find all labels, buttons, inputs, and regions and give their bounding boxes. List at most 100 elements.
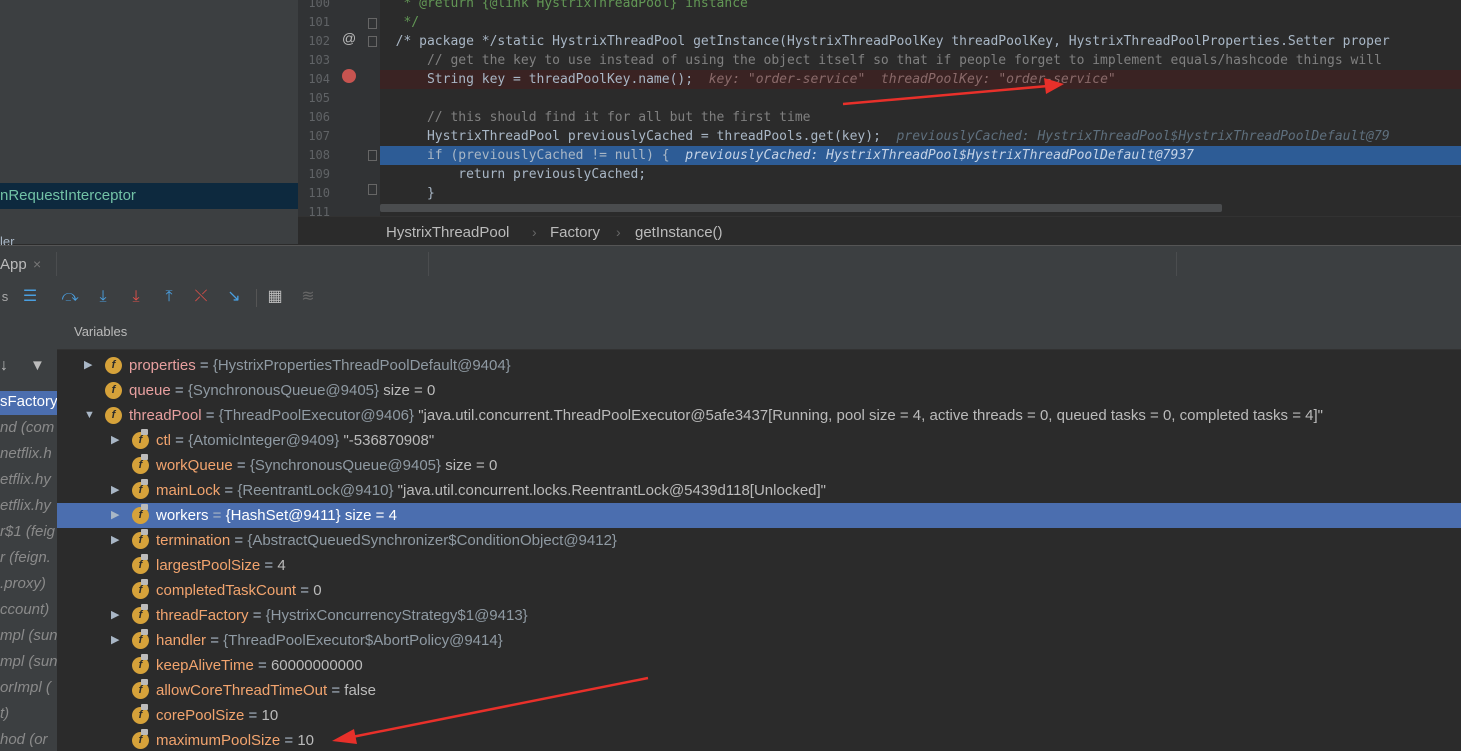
- expand-arrow-icon[interactable]: ▶: [111, 628, 123, 653]
- stack-frame[interactable]: ccount): [0, 601, 49, 618]
- variables-tree[interactable]: ▶ f properties = {HystrixPropertiesThreadP…: [57, 350, 1461, 751]
- debug-tab-app[interactable]: App: [0, 256, 27, 273]
- breadcrumb-inner-class[interactable]: Factory: [550, 224, 600, 241]
- project-tree-selected-item[interactable]: nRequestInterceptor: [0, 183, 298, 209]
- variable-row[interactable]: f keepAliveTime = 60000000000: [57, 653, 1461, 678]
- collapse-arrow-icon[interactable]: ▼: [84, 403, 96, 428]
- variable-row[interactable]: ▶ f ctl = {AtomicInteger@9409} "-536870908…: [57, 428, 1461, 453]
- variable-name: queue: [129, 382, 171, 399]
- line-number[interactable]: 103: [298, 53, 330, 67]
- breadcrumb-method[interactable]: getInstance(): [635, 224, 723, 241]
- override-at-icon[interactable]: @: [342, 30, 356, 46]
- variable-row[interactable]: f maximumPoolSize = 10: [57, 728, 1461, 751]
- expand-arrow-icon[interactable]: ▶: [111, 503, 123, 528]
- run-to-cursor-icon[interactable]: ↘: [223, 286, 245, 308]
- code-line[interactable]: */: [380, 13, 1461, 32]
- force-step-into-icon[interactable]: ⤓: [125, 286, 147, 308]
- code-line[interactable]: [380, 89, 1461, 108]
- variable-name: ctl: [156, 432, 171, 449]
- line-number[interactable]: 105: [298, 91, 330, 105]
- code-line[interactable]: if (previouslyCached != null) { previous…: [380, 146, 1461, 165]
- stack-frame[interactable]: netflix.h: [0, 445, 52, 462]
- variable-row[interactable]: ▶ f properties = {HystrixPropertiesThreadP…: [57, 353, 1461, 378]
- expand-arrow-icon[interactable]: ▶: [111, 478, 123, 503]
- variable-type: {SynchronousQueue@9405}: [249, 457, 446, 474]
- sort-down-icon[interactable]: ↓: [0, 357, 8, 375]
- variable-row[interactable]: ▶ f mainLock = {ReentrantLock@9410} "java.…: [57, 478, 1461, 503]
- expand-arrow-icon[interactable]: ▶: [111, 603, 123, 628]
- lock-icon: [141, 529, 148, 535]
- line-number[interactable]: 100: [298, 0, 330, 10]
- variable-text: allowCoreThreadTimeOut = false: [156, 678, 376, 703]
- code-line[interactable]: // this should find it for all but the f…: [380, 108, 1461, 127]
- line-number[interactable]: 106: [298, 110, 330, 124]
- expand-arrow-icon[interactable]: ▶: [111, 428, 123, 453]
- line-number[interactable]: 108: [298, 148, 330, 162]
- variable-row[interactable]: f completedTaskCount = 0: [57, 578, 1461, 603]
- variable-row[interactable]: ▶ f workers = {HashSet@9411} size = 4: [57, 503, 1461, 528]
- line-number[interactable]: 101: [298, 15, 330, 29]
- stack-frame[interactable]: .proxy): [0, 575, 46, 592]
- stack-frame[interactable]: etflix.hy: [0, 471, 51, 488]
- equals-sign: =: [230, 532, 248, 549]
- drop-frame-icon[interactable]: ⤬: [190, 286, 212, 308]
- line-number[interactable]: 110: [298, 186, 330, 200]
- step-over-icon[interactable]: ⤼: [59, 286, 81, 308]
- fold-icon[interactable]: [368, 150, 377, 161]
- stack-frame[interactable]: etflix.hy: [0, 497, 51, 514]
- stack-frame[interactable]: hod (or: [0, 731, 48, 748]
- breadcrumb-class[interactable]: HystrixThreadPool: [386, 224, 509, 241]
- step-into-icon[interactable]: ⤓: [92, 286, 114, 308]
- stack-frame[interactable]: orImpl (: [0, 679, 51, 696]
- editor-horizontal-scrollbar[interactable]: [380, 204, 1222, 212]
- code-line[interactable]: * @return {@link HystrixThreadPool} inst…: [380, 0, 1461, 13]
- variable-row[interactable]: ▶ f handler = {ThreadPoolExecutor$AbortPol…: [57, 628, 1461, 653]
- code-line[interactable]: /* package */static HystrixThreadPool ge…: [380, 32, 1461, 51]
- fold-icon[interactable]: [368, 184, 377, 195]
- variable-row[interactable]: f allowCoreThreadTimeOut = false: [57, 678, 1461, 703]
- line-number[interactable]: 111: [298, 205, 330, 216]
- variable-row[interactable]: ▼ f threadPool = {ThreadPoolExecutor@9406}…: [57, 403, 1461, 428]
- line-number[interactable]: 107: [298, 129, 330, 143]
- fold-icon[interactable]: [368, 18, 377, 29]
- step-out-icon[interactable]: ⤒: [158, 286, 180, 308]
- menu-lines-icon[interactable]: ☰: [19, 286, 41, 308]
- expand-arrow-icon[interactable]: ▶: [84, 353, 96, 378]
- code-line[interactable]: }: [380, 184, 1461, 203]
- variable-row[interactable]: f queue = {SynchronousQueue@9405} size = …: [57, 378, 1461, 403]
- stack-frame[interactable]: nd (com: [0, 419, 54, 436]
- variable-row[interactable]: f largestPoolSize = 4: [57, 553, 1461, 578]
- trace-icon[interactable]: ≋: [297, 286, 319, 308]
- expand-arrow-icon[interactable]: ▶: [111, 528, 123, 553]
- breakpoint-icon[interactable]: [342, 69, 356, 83]
- stack-frame[interactable]: mpl (sun.: [0, 653, 57, 670]
- evaluate-expression-icon[interactable]: ▦: [264, 286, 286, 308]
- variable-type: {AtomicInteger@9409}: [188, 432, 344, 449]
- editor-gutter[interactable]: 100 101 102 103 104 105 106 107 108 109 110 111 @: [298, 0, 380, 216]
- stack-frame[interactable]: mpl (sun: [0, 627, 57, 644]
- code-line[interactable]: return previouslyCached;: [380, 165, 1461, 184]
- stack-frame[interactable]: r (feign.: [0, 549, 51, 566]
- code-line[interactable]: String key = threadPoolKey.name(); key: …: [380, 70, 1461, 89]
- code-line[interactable]: HystrixThreadPool previouslyCached = thr…: [380, 127, 1461, 146]
- line-number[interactable]: 104: [298, 72, 330, 86]
- close-icon[interactable]: ×: [33, 256, 41, 272]
- divider: [256, 289, 257, 307]
- stack-frame[interactable]: sFactory: [0, 393, 57, 410]
- variable-row[interactable]: f corePoolSize = 10: [57, 703, 1461, 728]
- s-icon[interactable]: s: [0, 286, 16, 308]
- equals-sign: =: [296, 582, 314, 599]
- code-line[interactable]: // get the key to use instead of using t…: [380, 51, 1461, 70]
- line-number[interactable]: 102: [298, 34, 330, 48]
- stack-frame[interactable]: t): [0, 705, 9, 722]
- variable-row[interactable]: ▶ f threadFactory = {HystrixConcurrencyStr…: [57, 603, 1461, 628]
- code-editor[interactable]: 100 101 102 103 104 105 106 107 108 109 110 111 @ * …: [298, 0, 1461, 216]
- fold-icon[interactable]: [368, 36, 377, 47]
- stack-frame[interactable]: r$1 (feig: [0, 523, 55, 540]
- variable-row[interactable]: ▶ f termination = {AbstractQueuedSynchroni…: [57, 528, 1461, 553]
- line-number[interactable]: 109: [298, 167, 330, 181]
- field-icon: f: [105, 407, 122, 424]
- variable-text: corePoolSize = 10: [156, 703, 278, 728]
- filter-icon[interactable]: ▼: [30, 357, 45, 374]
- variable-row[interactable]: f workQueue = {SynchronousQueue@9405} siz…: [57, 453, 1461, 478]
